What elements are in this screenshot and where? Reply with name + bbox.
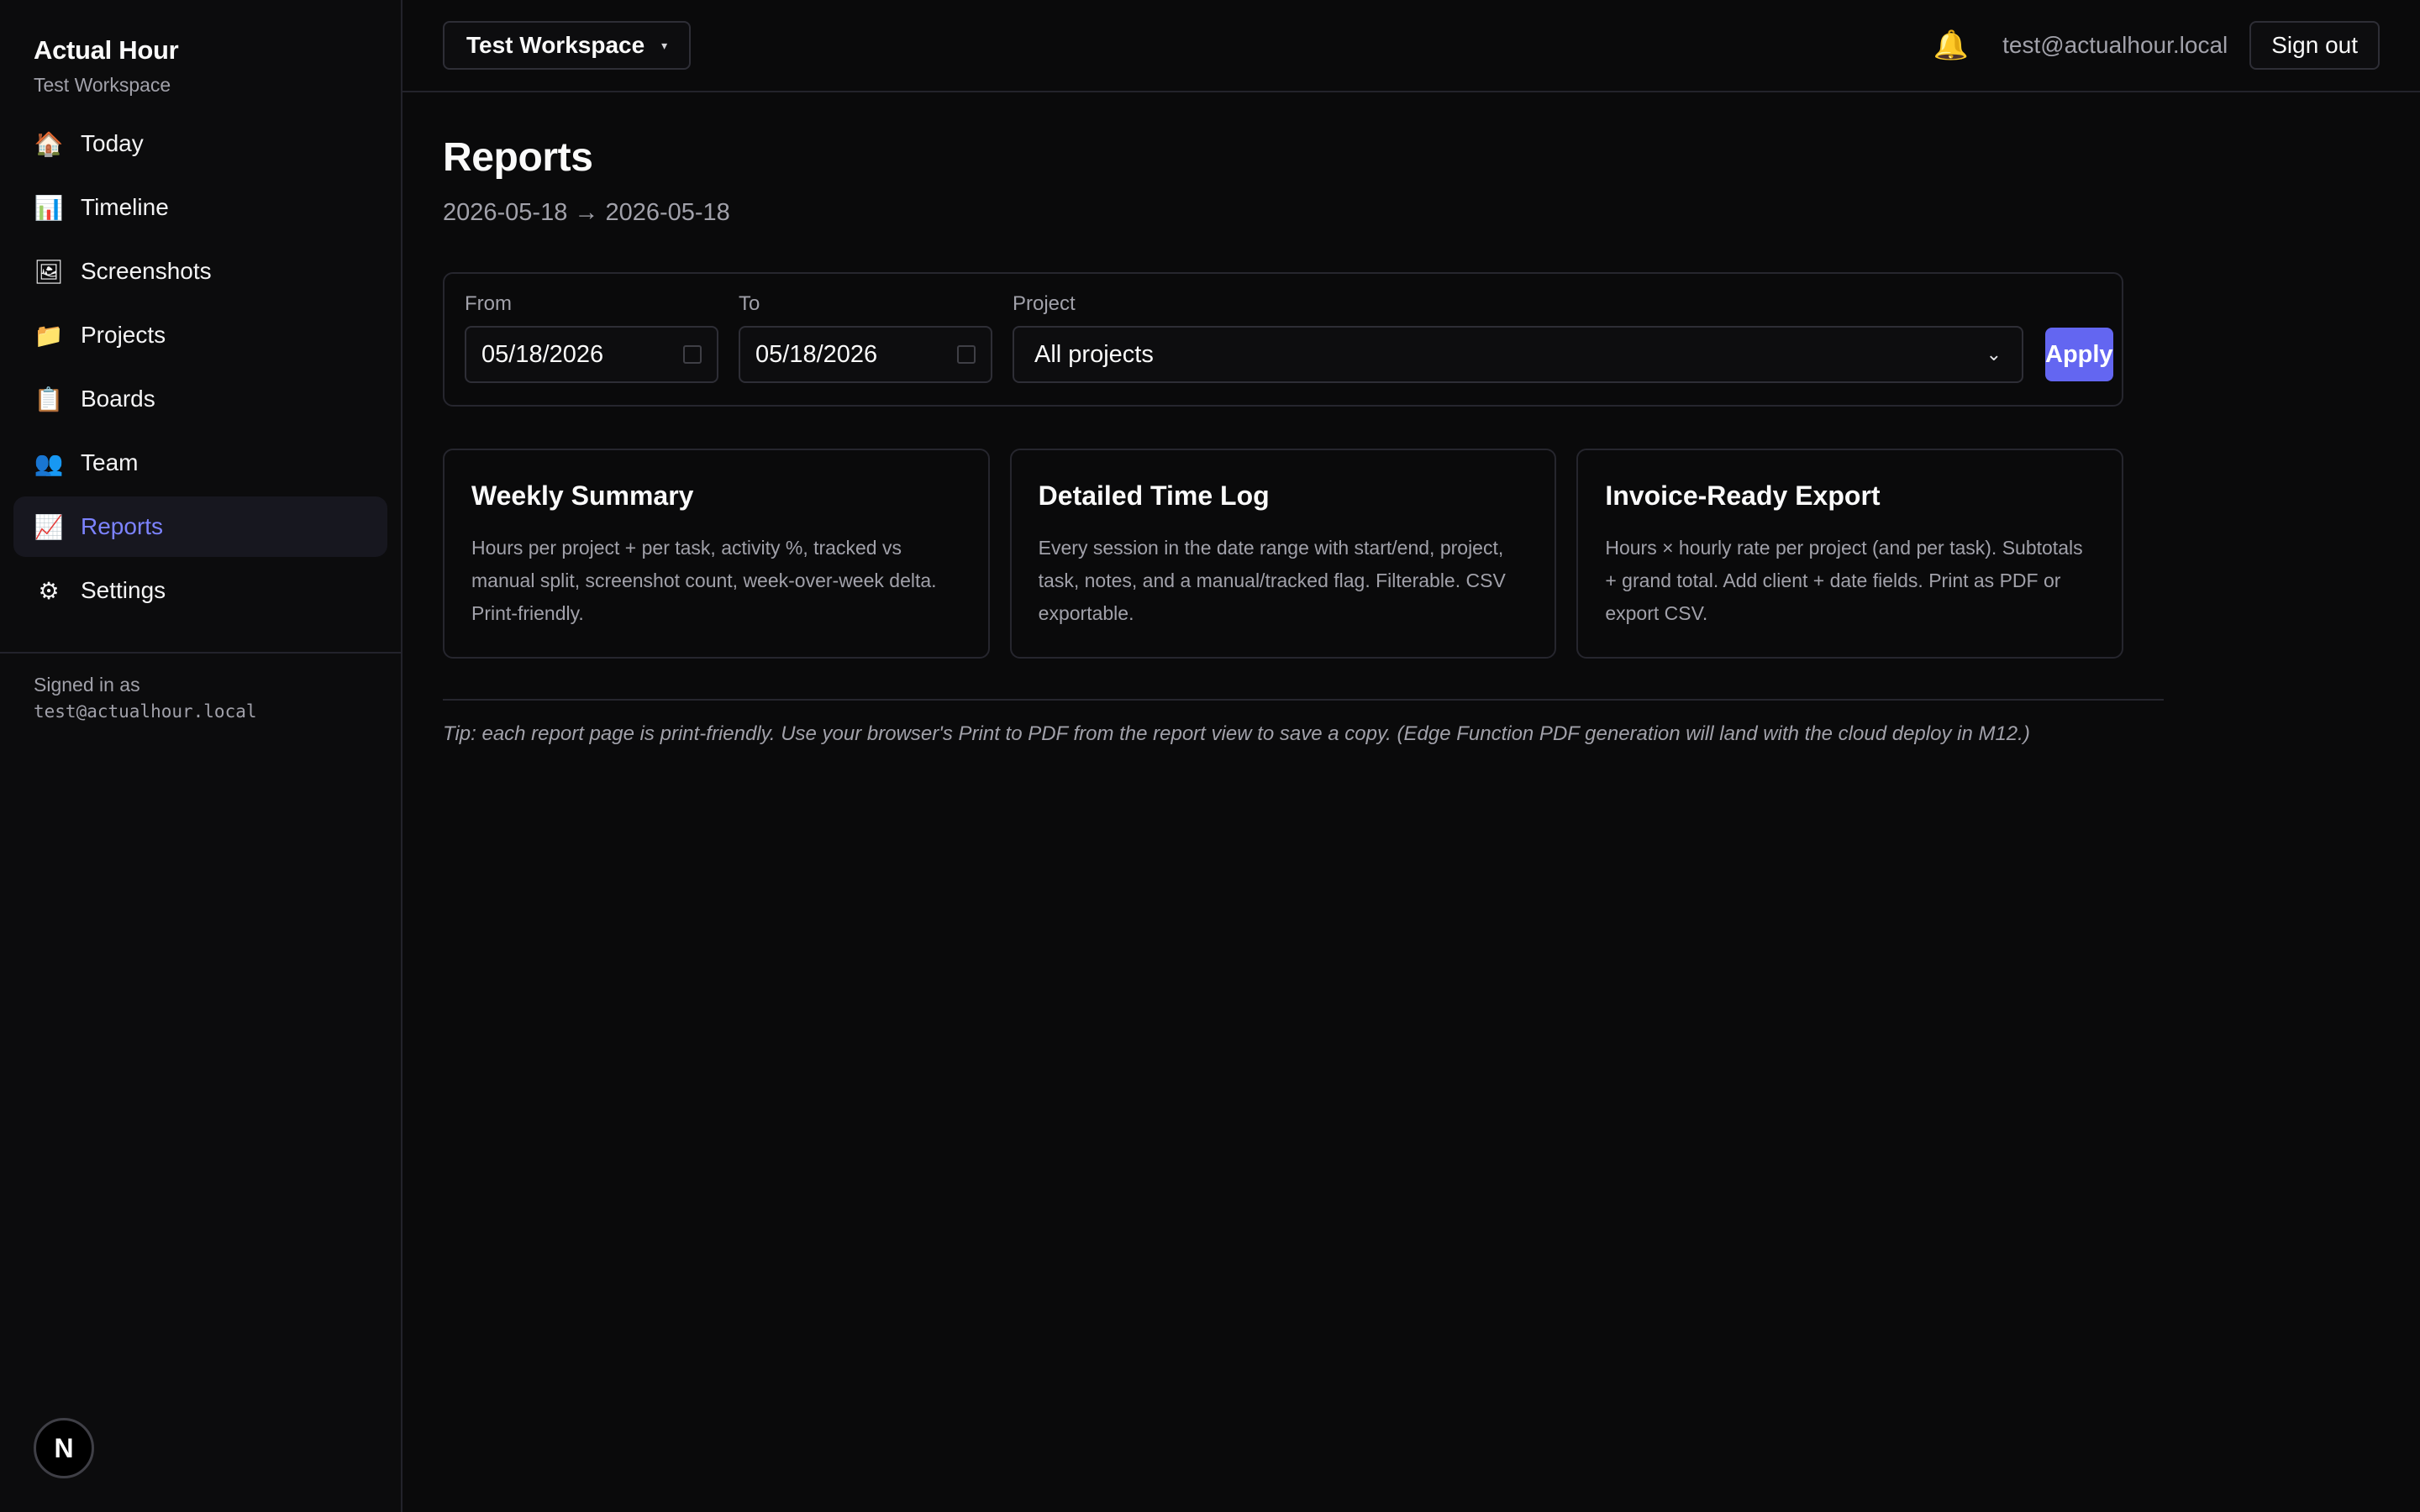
signed-in-email: test@actualhour.local: [34, 701, 257, 722]
sidebar-item-today[interactable]: 🏠 Today: [13, 113, 387, 174]
bar-chart-icon: 📊: [34, 194, 64, 221]
from-field: From 05/18/2026: [465, 292, 718, 383]
topbar: Test Workspace ▾ 🔔 test@actualhour.local…: [402, 0, 2420, 92]
report-card-weekly-summary[interactable]: Weekly Summary Hours per project + per t…: [443, 449, 990, 659]
sidebar-item-label: Timeline: [81, 194, 169, 220]
sidebar-item-reports[interactable]: 📈 Reports: [13, 496, 387, 557]
sidebar-item-timeline[interactable]: 📊 Timeline: [13, 177, 387, 238]
project-label: Project: [1013, 292, 1076, 315]
card-title: Invoice-Ready Export: [1605, 480, 1881, 511]
project-field: Project All projects ⌄: [1013, 292, 2023, 383]
project-select[interactable]: All projects ⌄: [1013, 326, 2023, 383]
sidebar-item-settings[interactable]: ⚙ Settings: [13, 560, 387, 621]
people-icon: 👥: [34, 449, 64, 476]
project-select-value: All projects: [1034, 340, 1154, 368]
from-date-value: 05/18/2026: [481, 340, 604, 368]
apply-button[interactable]: Apply: [2045, 328, 2113, 381]
card-description: Hours per project + per task, activity %…: [471, 537, 937, 624]
clipboard-icon: 📋: [34, 386, 64, 412]
home-icon: 🏠: [34, 130, 64, 157]
card-title: Detailed Time Log: [1038, 480, 1270, 511]
report-filters: From 05/18/2026 To 05/18/2026 Project Al…: [443, 272, 2123, 407]
sign-out-button[interactable]: Sign out: [2249, 21, 2380, 70]
workspace-switcher-label: Test Workspace: [466, 32, 645, 58]
print-tip: Tip: each report page is print-friendly.…: [443, 722, 2030, 745]
user-email: test@actualhour.local: [2002, 32, 2228, 58]
page-title: Reports: [443, 135, 593, 180]
sidebar-item-projects[interactable]: 📁 Projects: [13, 305, 387, 365]
to-date-input[interactable]: 05/18/2026: [739, 326, 992, 383]
sidebar-item-label: Reports: [81, 513, 164, 539]
sidebar-item-screenshots[interactable]: 🖼 Screenshots: [13, 241, 387, 302]
chevron-updown-icon: ⌄: [1986, 344, 2002, 365]
app-root: Actual Hour Test Workspace 🏠 Today 📊 Tim…: [0, 0, 2420, 1512]
dev-tools-badge[interactable]: N: [34, 1418, 94, 1478]
report-cards: Weekly Summary Hours per project + per t…: [443, 449, 2124, 659]
calendar-icon[interactable]: [957, 345, 976, 364]
app-title: Actual Hour: [34, 35, 179, 65]
sidebar-item-label: Settings: [81, 577, 166, 603]
calendar-icon[interactable]: [683, 345, 702, 364]
gear-icon: ⚙: [38, 577, 60, 604]
folder-icon: 📁: [34, 322, 64, 349]
signed-in-info: Signed in as test@actualhour.local: [34, 674, 257, 722]
card-description: Every session in the date range with sta…: [1038, 537, 1506, 624]
to-field: To 05/18/2026: [739, 292, 992, 383]
sidebar-divider: [0, 652, 401, 654]
picture-icon: 🖼: [34, 258, 64, 285]
caret-down-icon: ▾: [661, 38, 668, 52]
sidebar-item-label: Today: [81, 130, 144, 156]
signed-in-label: Signed in as: [34, 674, 140, 696]
trend-chart-icon: 📈: [34, 513, 64, 540]
from-date-input[interactable]: 05/18/2026: [465, 326, 718, 383]
bell-icon[interactable]: 🔔: [1933, 29, 1969, 62]
sidebar-item-label: Screenshots: [81, 258, 212, 284]
sidebar-nav: 🏠 Today 📊 Timeline 🖼 Screenshots 📁 Proje…: [0, 113, 401, 621]
card-title: Weekly Summary: [471, 480, 694, 511]
main-area: Test Workspace ▾ 🔔 test@actualhour.local…: [402, 0, 2420, 1512]
workspace-name: Test Workspace: [34, 74, 171, 96]
reports-content: Reports 2026-05-18 → 2026-05-18 From 05/…: [402, 92, 2164, 746]
brand: Actual Hour Test Workspace: [0, 0, 401, 97]
card-description: Hours × hourly rate per project (and per…: [1605, 537, 2083, 624]
from-label: From: [465, 292, 512, 315]
sidebar-item-label: Boards: [81, 386, 155, 412]
sidebar-item-label: Team: [81, 449, 139, 475]
sidebar-item-team[interactable]: 👥 Team: [13, 433, 387, 493]
report-card-invoice-export[interactable]: Invoice-Ready Export Hours × hourly rate…: [1576, 449, 2124, 659]
report-card-detailed-time-log[interactable]: Detailed Time Log Every session in the d…: [1009, 449, 1557, 659]
sidebar-item-label: Projects: [81, 322, 166, 348]
sidebar-item-boards[interactable]: 📋 Boards: [13, 369, 387, 429]
date-range-subtitle: 2026-05-18 → 2026-05-18: [443, 199, 730, 226]
sidebar: Actual Hour Test Workspace 🏠 Today 📊 Tim…: [0, 0, 402, 1512]
to-date-value: 05/18/2026: [755, 340, 878, 368]
to-label: To: [739, 292, 760, 315]
topbar-right: 🔔 test@actualhour.local Sign out: [1933, 21, 2380, 70]
section-divider: [443, 699, 2164, 701]
workspace-switcher[interactable]: Test Workspace ▾: [443, 21, 692, 70]
